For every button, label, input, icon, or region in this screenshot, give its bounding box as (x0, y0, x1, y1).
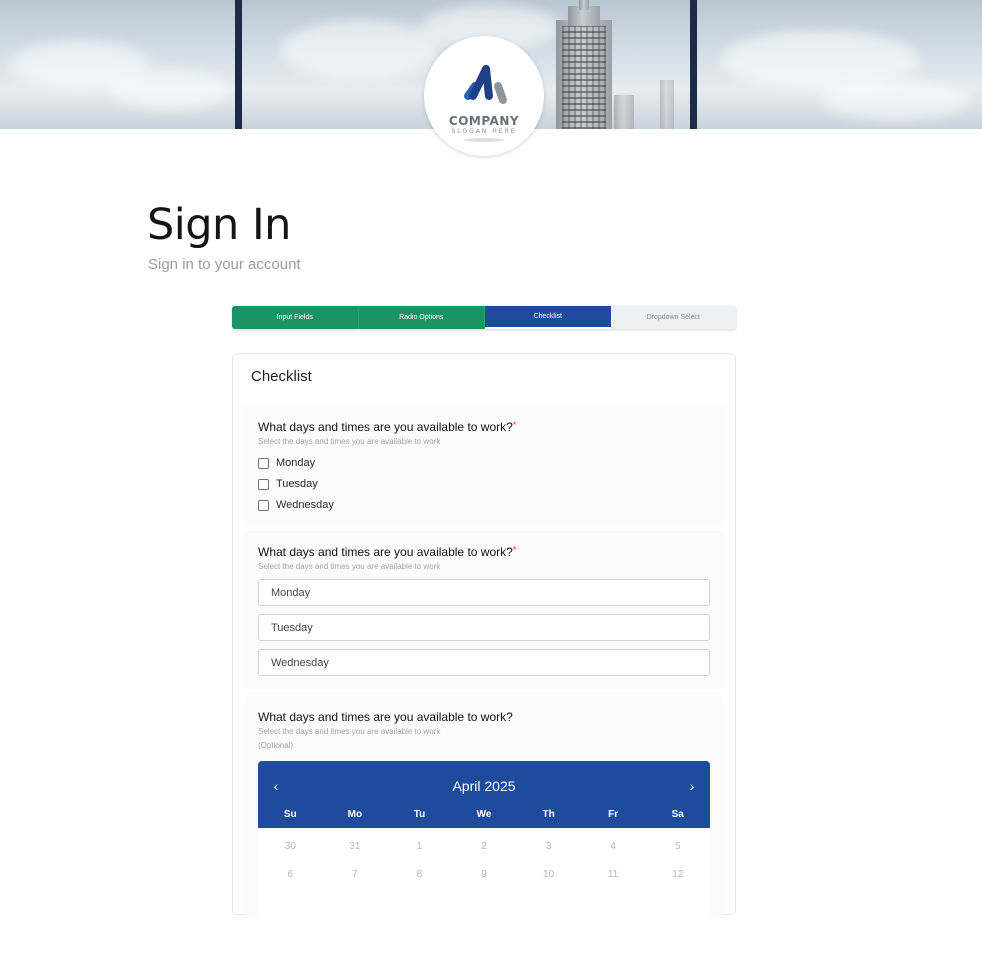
calendar: ‹ April 2025 › Su Mo Tu We Th Fr Sa 30 3… (258, 761, 710, 961)
question-hint: Select the days and times you are availa… (258, 437, 441, 446)
calendar-day[interactable]: 11 (581, 869, 646, 880)
window-frame-right (690, 0, 697, 129)
calendar-day[interactable]: 3 (516, 841, 581, 852)
calendar-week: 6 7 8 9 10 11 12 (258, 869, 710, 880)
page-subtitle: Sign in to your account (148, 256, 301, 273)
question-hint: Select the days and times you are availa… (258, 727, 441, 736)
checkbox-box[interactable] (258, 478, 269, 490)
checkbox-label: Monday (276, 457, 316, 469)
weekday-label: Sa (671, 809, 684, 820)
option-field-wednesday[interactable]: Wednesday (258, 649, 710, 676)
weekday-label: Tu (413, 809, 426, 820)
calendar-day[interactable]: 1 (387, 841, 452, 852)
company-logo: COMPANY SLOGAN HERE (424, 36, 544, 156)
step-input-fields[interactable]: Input Fields (232, 306, 359, 329)
weekday-label: Mo (347, 809, 363, 820)
checkbox-question-section: What days and times are you available to… (245, 406, 723, 524)
option-field-monday[interactable]: Monday (258, 579, 710, 606)
calendar-day[interactable]: 30 (258, 841, 323, 852)
checkbox-box[interactable] (258, 499, 269, 511)
weekday-label: We (476, 809, 492, 820)
checkbox-monday[interactable]: Monday (258, 457, 315, 469)
logo-slogan: SLOGAN HERE (451, 128, 517, 135)
weekday-label: Su (283, 809, 297, 820)
calendar-month: April 2025 (452, 778, 516, 794)
checkbox-tuesday[interactable]: Tuesday (258, 478, 318, 490)
option-field-tuesday[interactable]: Tuesday (258, 614, 710, 641)
checkbox-label: Tuesday (276, 478, 318, 490)
calendar-day[interactable]: 6 (258, 869, 323, 880)
step-checklist[interactable]: Checklist (485, 306, 611, 329)
calendar-day[interactable]: 4 (581, 841, 646, 852)
checkbox-box[interactable] (258, 457, 269, 469)
calendar-day[interactable]: 7 (323, 869, 388, 880)
option-list-section: What days and times are you available to… (245, 531, 723, 689)
chevron-right-icon[interactable]: › (682, 776, 702, 796)
step-radio-options[interactable]: Radio Options (358, 306, 485, 329)
required-marker: * (512, 545, 517, 555)
calendar-day[interactable]: 2 (452, 841, 517, 852)
checklist-card: Checklist What days and times are you av… (232, 353, 736, 961)
calendar-day[interactable]: 12 (645, 869, 710, 880)
step-dropdown-select[interactable]: Dropdown Select (610, 306, 736, 329)
weekday-label: Fr (608, 809, 619, 820)
checkbox-label: Wednesday (276, 499, 334, 511)
calendar-day[interactable]: 5 (645, 841, 710, 852)
question-label: What days and times are you available to… (258, 545, 517, 559)
required-marker: * (512, 420, 517, 430)
weekday-label: Th (542, 809, 555, 820)
date-picker-section: What days and times are you available to… (245, 696, 723, 961)
logo-wordmark: COMPANY (448, 114, 520, 128)
optional-label: (Optional) (258, 741, 294, 750)
calendar-header: ‹ April 2025 › Su Mo Tu We Th Fr Sa (258, 761, 710, 828)
calendar-day[interactable]: 8 (387, 869, 452, 880)
question-hint: Select the days and times you are availa… (258, 562, 441, 571)
checkbox-wednesday[interactable]: Wednesday (258, 499, 334, 511)
question-label: What days and times are you available to… (258, 420, 517, 434)
step-progress-bar: Input Fields Radio Options Checklist Dro… (232, 306, 736, 329)
calendar-day[interactable]: 10 (516, 869, 581, 880)
building-image (556, 20, 612, 129)
logo-mark-icon (464, 65, 507, 104)
calendar-day[interactable]: 31 (323, 841, 388, 852)
calendar-week: 30 31 1 2 3 4 5 (258, 841, 710, 852)
question-label: What days and times are you available to… (258, 710, 513, 724)
card-title: Checklist (251, 368, 312, 385)
window-frame-left (235, 0, 242, 129)
page-title: Sign In (147, 200, 291, 250)
weekday-header: Su Mo Tu We Th Fr Sa (258, 809, 710, 820)
calendar-day[interactable]: 9 (452, 869, 517, 880)
